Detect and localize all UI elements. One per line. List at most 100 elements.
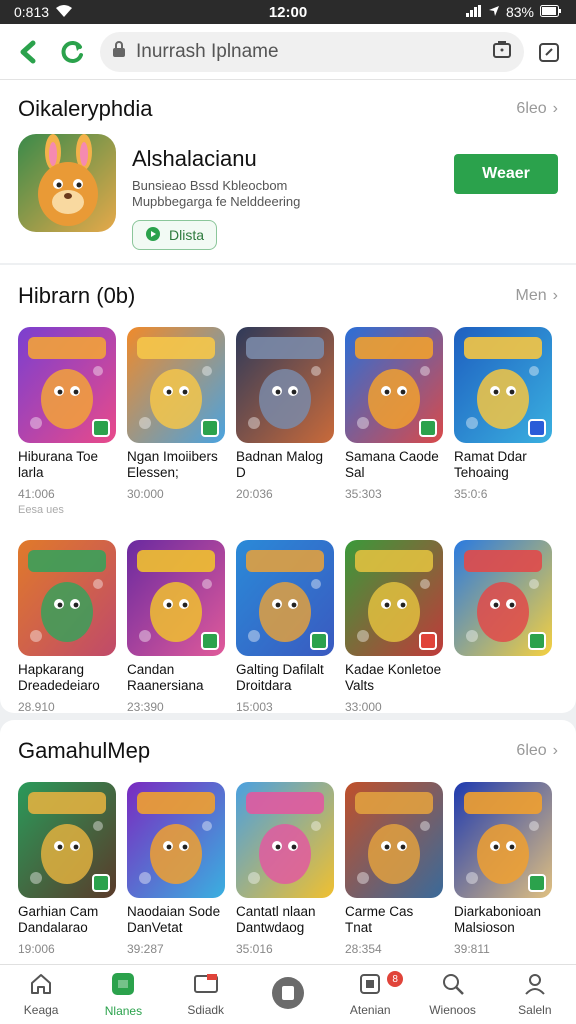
game-tile[interactable]: Galting Dafilalt Droitdara 15:003 [236,540,334,714]
app-badge-icon [419,632,437,650]
game-tile[interactable]: Badnan Malog D 20:036 [236,327,334,516]
game-tile[interactable]: Hapkarang Dreadedeiaro 28.910 [18,540,116,714]
game-tile[interactable]: Garhian Cam Dandalarao 19:006 [18,782,116,956]
game-tile[interactable]: Samana Caode Sal 35:303 [345,327,443,516]
chevron-right-icon: › [552,287,558,304]
games-icon [110,971,136,1000]
nav-item-mail[interactable]: Sdiadk [165,965,247,1024]
section-a-more-link[interactable]: Men › [516,287,558,305]
install-button[interactable]: Weaer [454,154,558,194]
featured-app-icon[interactable] [18,134,116,232]
game-artwork[interactable] [236,782,334,898]
game-title: Hapkarang Dreadedeiaro [18,662,100,693]
url-bar[interactable]: Inurrash Iplname [100,31,524,72]
game-tile[interactable]: Carme Cas Tnat Sampecaosa 28:354 [345,782,443,956]
nav-item-center-app[interactable] [247,965,329,1024]
profile-icon [523,972,547,999]
game-artwork[interactable] [127,782,225,898]
game-artwork[interactable] [18,327,116,443]
game-artwork[interactable] [127,540,225,656]
game-artwork[interactable] [18,782,116,898]
game-artwork[interactable] [236,540,334,656]
section-b-more-link[interactable]: 6leo › [516,742,558,760]
section-a-header: Hibrarn (0b) Men › [0,265,576,327]
back-icon[interactable] [12,35,46,69]
browser-toolbar: Inurrash Iplname [0,24,576,80]
game-tile[interactable]: Hiburana Toe larla 41:006 Eesa ues [18,327,116,516]
nav-label: Nlanes [104,1004,143,1018]
featured-more-link[interactable]: 6leo › [516,100,558,118]
mail-icon [193,972,219,999]
game-artwork[interactable] [345,540,443,656]
center-app-icon [271,976,305,1013]
nav-item-profile[interactable]: Saleln [494,965,576,1024]
game-meta: 28:354 [345,942,382,956]
game-tile[interactable]: Candan Raanersiana 23:390 [127,540,225,714]
section-a-row-2: Hapkarang Dreadedeiaro 28.910 Candan Raane… [0,540,576,714]
search-icon [441,972,465,999]
game-tile[interactable]: Cantatl nlaan Dantwdaog 35:016 [236,782,334,956]
section-a-title: Hibrarn (0b) [18,283,136,308]
game-title: Ngan Imoiibers Elessen; [127,449,218,480]
game-title: Badnan Malog D [236,449,324,480]
section-b-card: GamahulMep 6leo › Garhian Cam Dandalarao… [0,720,576,964]
game-artwork[interactable] [345,327,443,443]
tabs-icon[interactable] [534,37,564,67]
status-time: 12:00 [268,3,308,21]
more-label: Men [515,287,547,304]
game-title: Garhian Cam Dandalarao [18,904,99,935]
battery-icon [540,4,562,20]
game-tile[interactable]: Diarkabonioan Malsioson 39:811 [454,782,552,956]
game-artwork[interactable] [18,540,116,656]
game-extra: Eesa ues [18,504,64,516]
game-artwork[interactable] [236,327,334,443]
app-badge-icon [201,419,219,437]
app-badge-icon [528,419,546,437]
bottom-navigation: Keaga Nlanes Sdiadk Atenian 8 Wienoos Saleln [0,964,576,1024]
section-a-card: Hibrarn (0b) Men › Hiburana Toe larla 41:… [0,265,576,714]
featured-header: Oikaleryphdia 6leo › [0,80,576,134]
game-tile[interactable]: Naodaian Sode DanVetat 39:287 [127,782,225,956]
game-meta: 35:0:6 [454,487,488,501]
bag-icon[interactable] [492,39,512,65]
game-artwork[interactable] [454,327,552,443]
nav-item-games[interactable]: Nlanes [82,965,164,1024]
game-meta: 39:811 [454,942,490,956]
featured-chip[interactable]: Dlista [132,220,218,250]
reload-icon[interactable] [56,35,90,69]
notification-badge: 8 [387,971,404,987]
featured-app-desc-2: Mupbbegarga fe Nelddeering [132,194,301,209]
status-bar: 0:813 12:00 83% [0,0,576,24]
nav-item-notifications[interactable]: Atenian 8 [329,965,411,1024]
more-label: 6leo [516,742,547,759]
nav-label: Keaga [23,1003,59,1017]
wifi-icon [55,4,73,21]
nav-label: Sdiadk [187,1003,225,1017]
section-b-title: GamahulMep [18,738,151,763]
game-tile[interactable]: Kadae Konletoe Valts 33:000 [345,540,443,714]
game-tile[interactable]: Ngan Imoiibers Elessen; 30:000 [127,327,225,516]
game-title: Kadae Konletoe Valts [345,662,442,693]
game-meta: 33:000 [345,700,382,714]
signal-icon [465,4,482,20]
play-circle-icon [145,226,161,245]
nav-item-home[interactable]: Keaga [0,965,82,1024]
game-artwork[interactable] [454,540,552,656]
featured-app-row[interactable]: Alshalacianu Bunsieao Bssd Kbleocbom Mup… [0,134,576,250]
featured-app-name: Alshalacianu [132,146,257,171]
app-badge-icon [201,632,219,650]
game-tile[interactable] [454,540,552,714]
notifications-icon [358,972,382,999]
app-badge-icon [92,419,110,437]
game-artwork[interactable] [345,782,443,898]
nav-label: Wienoos [429,1003,476,1017]
game-tile[interactable]: Ramat Ddar Tehoaing 35:0:6 [454,327,552,516]
game-artwork[interactable] [127,327,225,443]
section-a-row-1: Hiburana Toe larla 41:006 Eesa ues Ngan Imo… [0,327,576,516]
game-title: Diarkabonioan Malsioson [454,904,542,935]
featured-title: Oikaleryphdia [18,96,153,121]
location-icon [488,4,500,20]
game-artwork[interactable] [454,782,552,898]
nav-item-search[interactable]: Wienoos [411,965,493,1024]
game-meta: 35:016 [236,942,273,956]
